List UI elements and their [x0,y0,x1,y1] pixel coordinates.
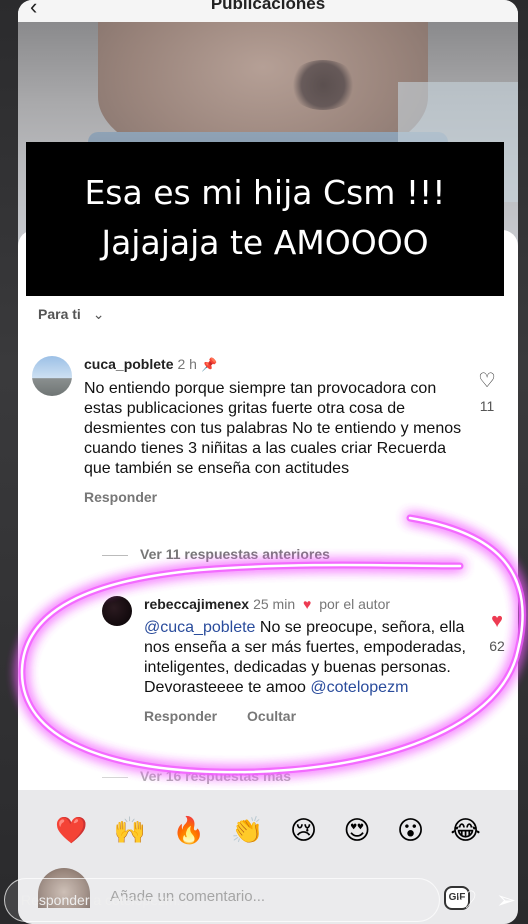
comment-time: 2 h [177,356,197,372]
shared-post-screenshot: ‹ Publicaciones Para ti ⌄ cuca_poblete 2 … [18,0,518,924]
emoji-surprised[interactable]: 😮 [397,816,424,846]
reply-button[interactable]: Responder [144,708,217,724]
author-heart-icon: ♥ [303,596,312,612]
post-header-title: Publicaciones [210,0,326,13]
comment-meta: cuca_poblete 2 h 📌 [84,356,464,373]
filter-label: Para ti [38,306,81,322]
chevron-down-icon: ⌄ [92,306,105,322]
emoji-clap[interactable]: 👏 [231,816,263,846]
story-reply-field[interactable] [4,878,440,922]
bottom-bar: Añade un comentario... GIF ♡ ➢ [0,868,528,924]
heart-outline-icon[interactable]: ♡ [456,886,478,915]
view-more-replies[interactable]: Ver 16 respuestas más [102,768,291,784]
avatar[interactable] [102,596,132,626]
heart-outline-icon: ♡ [478,370,496,392]
comment-meta: rebeccajimenex 25 min ♥ por el autor [144,596,468,612]
avatar[interactable] [32,356,72,396]
comment-username[interactable]: rebeccajimenex [144,596,249,612]
comment-text: No entiendo porque siempre tan provocado… [84,380,462,477]
emoji-raised-hands[interactable]: 🙌 [114,816,146,846]
author-liked-tag: por el autor [319,596,391,612]
comment-body: cuca_poblete 2 h 📌 No entiendo porque siem… [84,356,464,505]
pin-icon: 📌 [200,357,218,372]
comment-body: rebeccajimenex 25 min ♥ por el autor @cuc… [144,596,468,724]
post-header: ‹ Publicaciones [18,0,518,22]
emoji-heart-eyes[interactable]: 😍 [344,816,371,846]
like-count: 62 [489,638,505,654]
comment-text: @cuca_poblete No se preocupe, señora, el… [144,618,468,698]
emoji-fire[interactable]: 🔥 [173,816,205,846]
view-previous-replies[interactable]: Ver 11 respuestas anteriores [102,546,330,562]
story-reply-input[interactable] [5,879,439,921]
emoji-crying[interactable]: 😢 [290,816,317,846]
caption-line-2: Jajajaja te AMOOOO [101,223,429,262]
mention-link[interactable]: @cuca_poblete [144,619,255,636]
like-button[interactable]: ♥ 62 [482,610,512,654]
comment-actions: Responder Ocultar [144,708,468,724]
comments-sheet: Para ti ⌄ cuca_poblete 2 h 📌 No entiendo p… [18,230,518,790]
story-caption: Esa es mi hija Csm !!! Jajajaja te AMOOO… [26,142,504,296]
heart-filled-icon: ♥ [491,610,503,632]
comment-username[interactable]: cuca_poblete [84,356,173,372]
reply-button[interactable]: Responder [84,489,157,505]
hide-button[interactable]: Ocultar [247,708,296,724]
send-icon[interactable]: ➢ [496,886,516,915]
mention-link[interactable]: @cotelopezm [310,679,408,696]
like-button[interactable]: ♡ 11 [472,370,502,414]
emoji-laughing[interactable]: 😂 [450,816,480,846]
comment-filter-dropdown[interactable]: Para ti ⌄ [38,306,104,323]
comment-time: 25 min [253,596,296,612]
comment-actions: Responder [84,489,464,505]
photo-tattoo [288,60,358,110]
emoji-heart[interactable]: ❤️ [55,816,87,846]
like-count: 11 [479,398,495,414]
caption-line-1: Esa es mi hija Csm !!! [84,173,446,212]
emoji-reaction-bar: ❤️ 🙌 🔥 👏 😢 😍 😮 😂 [18,806,518,856]
